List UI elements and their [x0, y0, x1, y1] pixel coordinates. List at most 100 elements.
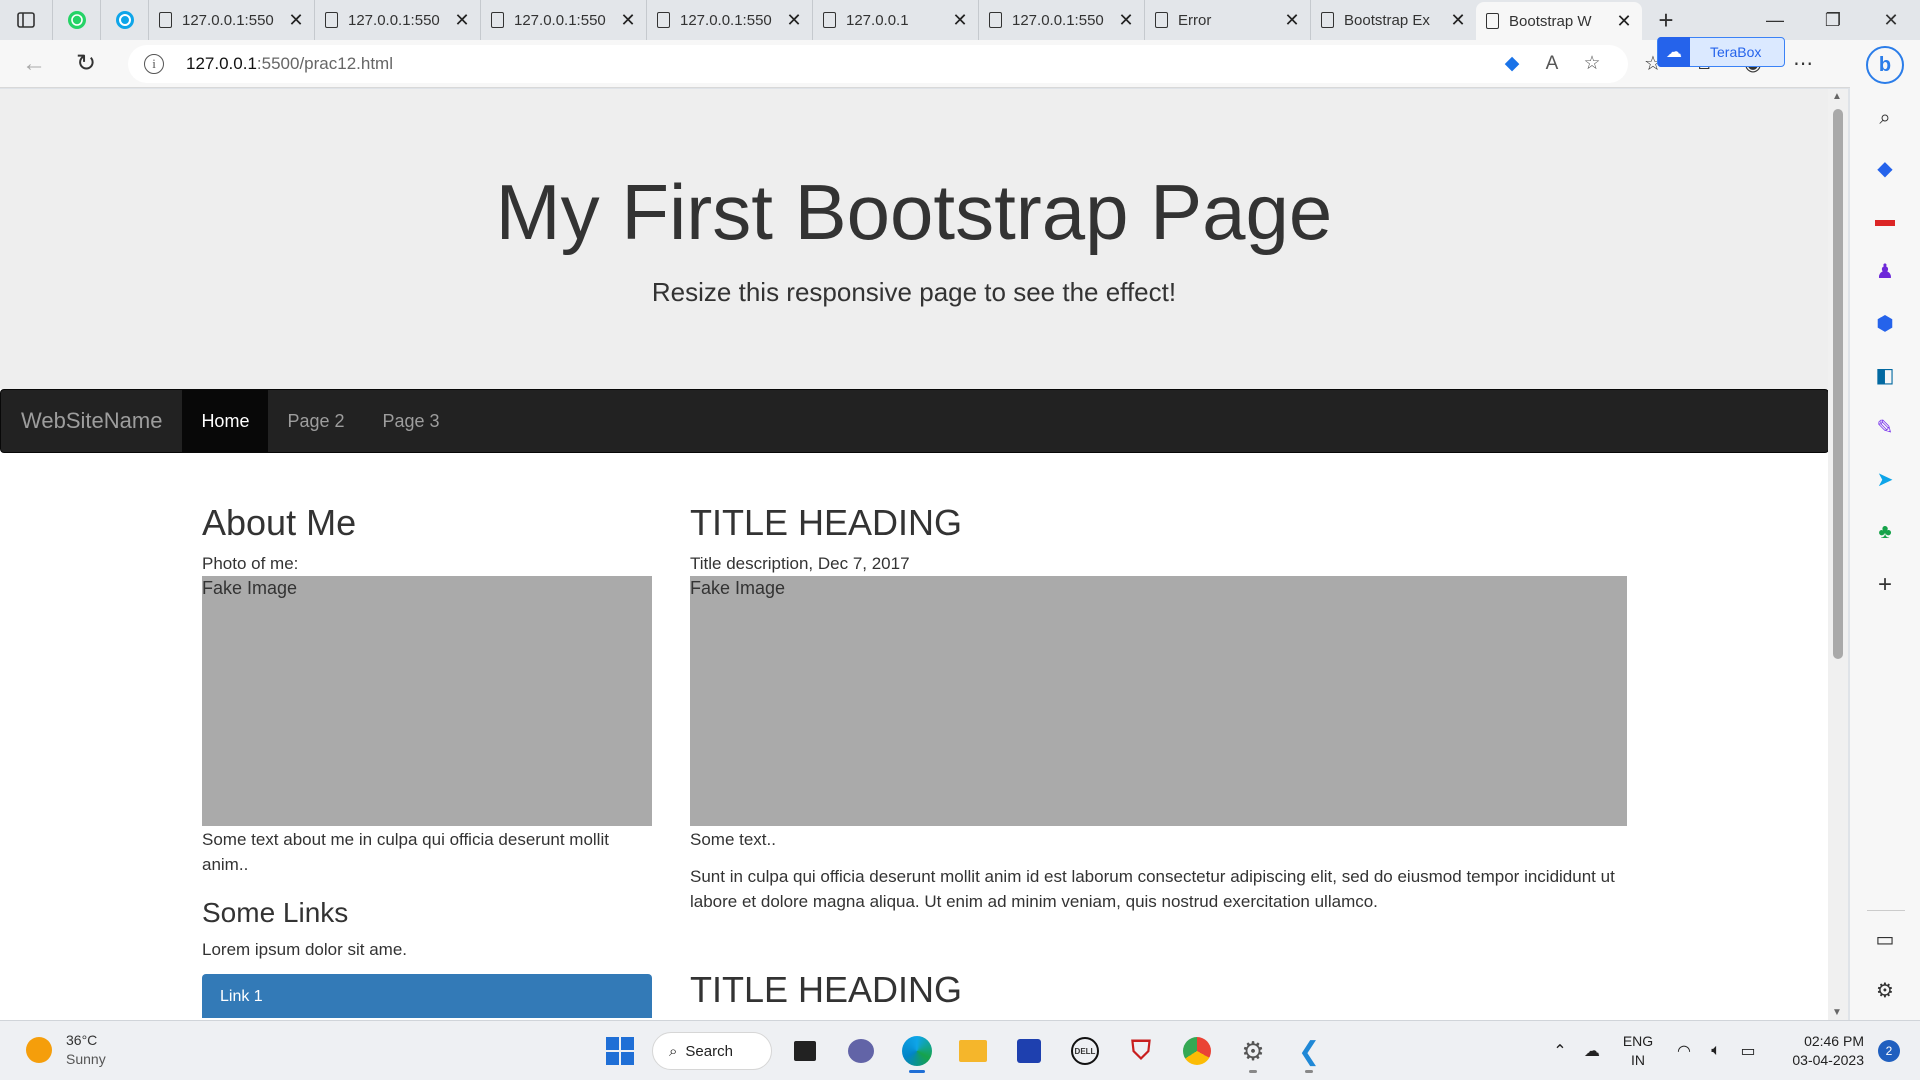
sun-icon: [26, 1037, 52, 1063]
shopping-tag-icon[interactable]: ◆: [1492, 52, 1532, 75]
taskbar-search[interactable]: ⌕ Search: [652, 1032, 772, 1070]
page-icon: [325, 12, 338, 28]
about-text: Some text about me in culpa qui officia …: [202, 830, 609, 874]
some-text: Some text..: [690, 830, 776, 849]
page-scrollbar[interactable]: ▲ ▼: [1828, 89, 1848, 1020]
battery-icon[interactable]: ▭: [1732, 1041, 1764, 1061]
web-page: My First Bootstrap Page Resize this resp…: [0, 89, 1828, 1020]
mcafee-icon[interactable]: ⛉: [1118, 1029, 1164, 1073]
browser-tab-active[interactable]: Bootstrap W ✕: [1476, 2, 1642, 40]
back-button[interactable]: ←: [8, 44, 60, 84]
scroll-up-icon[interactable]: ▲: [1832, 91, 1842, 102]
microsoft-store-icon[interactable]: [1006, 1029, 1052, 1073]
more-menu-icon[interactable]: ⋯: [1778, 51, 1828, 76]
browser-tab[interactable]: 127.0.0.1:550 ✕: [978, 0, 1144, 40]
tab-close-icon[interactable]: ✕: [1450, 10, 1466, 31]
maximize-button[interactable]: ❐: [1804, 0, 1862, 40]
tree-icon[interactable]: ♣: [1870, 517, 1900, 547]
tab-close-icon[interactable]: ✕: [620, 10, 636, 31]
file-explorer-icon[interactable]: [950, 1029, 996, 1073]
browser-tab[interactable]: 127.0.0.1:550 ✕: [148, 0, 314, 40]
terabox-extension-button[interactable]: ☁ TeraBox: [1657, 37, 1785, 67]
task-view-icon[interactable]: [782, 1029, 828, 1073]
browser-tab[interactable]: 127.0.0.1:550 ✕: [646, 0, 812, 40]
fake-image: Fake Image: [202, 576, 652, 826]
scroll-thumb[interactable]: [1833, 109, 1843, 659]
nav-link-home[interactable]: Home: [182, 390, 269, 452]
page-icon: [823, 12, 836, 28]
tab-title: Error: [1178, 11, 1212, 29]
hide-sidebar-icon[interactable]: ▭: [1870, 924, 1900, 954]
onedrive-cloud-icon[interactable]: ☁: [1576, 1041, 1608, 1061]
bing-chat-icon[interactable]: b: [1866, 46, 1904, 84]
tab-close-icon[interactable]: ✕: [1616, 11, 1632, 32]
games-icon[interactable]: ♟: [1870, 256, 1900, 286]
tab-title: 127.0.0.1: [846, 11, 909, 29]
jumbotron: My First Bootstrap Page Resize this resp…: [0, 89, 1828, 389]
tab-title: 127.0.0.1:550: [514, 11, 606, 29]
pinned-tab-app[interactable]: [100, 0, 148, 40]
page-subtitle: Resize this responsive page to see the e…: [651, 277, 1177, 307]
photo-label: Photo of me:: [202, 554, 299, 573]
weather-desc: Sunny: [66, 1051, 106, 1067]
send-icon[interactable]: ➤: [1870, 464, 1900, 494]
links-heading: Some Links: [202, 897, 349, 928]
browser-tab[interactable]: Bootstrap Ex ✕: [1310, 0, 1476, 40]
scroll-down-icon[interactable]: ▼: [1832, 1007, 1842, 1018]
tab-close-icon[interactable]: ✕: [1284, 10, 1300, 31]
clock[interactable]: 02:46 PM 03-04-2023: [1764, 1032, 1864, 1070]
settings-gear-icon[interactable]: ⚙: [1870, 975, 1900, 1005]
tab-close-icon[interactable]: ✕: [288, 10, 304, 31]
dell-icon[interactable]: DELL: [1062, 1029, 1108, 1073]
pinned-tab-whatsapp[interactable]: [52, 0, 100, 40]
chevron-up-icon[interactable]: ⌃: [1544, 1041, 1576, 1061]
browser-tab[interactable]: 127.0.0.1 ✕: [812, 0, 978, 40]
tools-icon[interactable]: ▬: [1870, 205, 1900, 235]
outlook-icon[interactable]: ◧: [1870, 360, 1900, 390]
arrow-left-icon: ←: [22, 49, 46, 77]
page-icon: [989, 12, 1002, 28]
url-host: 127.0.0.1: [186, 53, 257, 73]
navbar-brand[interactable]: WebSiteName: [1, 390, 182, 452]
app-icon: [115, 11, 134, 29]
fake-image: Fake Image: [690, 576, 1627, 826]
tab-actions-button[interactable]: [0, 0, 52, 40]
vscode-icon[interactable]: ❮: [1286, 1029, 1332, 1073]
notification-badge[interactable]: 2: [1878, 1040, 1900, 1062]
tab-close-icon[interactable]: ✕: [952, 10, 968, 31]
close-window-button[interactable]: ✕: [1862, 0, 1920, 40]
settings-icon[interactable]: ⚙: [1230, 1029, 1276, 1073]
link-1-button[interactable]: Link 1: [202, 974, 652, 1018]
sidebar-column: About Me Photo of me: Fake Image Some te…: [202, 505, 652, 1018]
refresh-button[interactable]: ↻: [60, 44, 112, 84]
tab-close-icon[interactable]: ✕: [1118, 10, 1134, 31]
minimize-button[interactable]: —: [1746, 0, 1804, 40]
nav-link-page-3[interactable]: Page 3: [364, 390, 459, 452]
nav-link-page-2[interactable]: Page 2: [268, 390, 363, 452]
volume-icon[interactable]: 🔈︎: [1700, 1042, 1732, 1060]
new-tab-button[interactable]: +: [1642, 0, 1690, 40]
microsoft-365-icon[interactable]: ⬢: [1870, 308, 1900, 338]
edge-browser-icon[interactable]: [894, 1029, 940, 1073]
add-sidebar-app-icon[interactable]: +: [1870, 570, 1900, 600]
designer-icon[interactable]: ✎: [1870, 412, 1900, 442]
browser-tab[interactable]: Error ✕: [1144, 0, 1310, 40]
chrome-icon[interactable]: [1174, 1029, 1220, 1073]
weather-widget[interactable]: 36°C Sunny: [26, 1031, 106, 1069]
tab-close-icon[interactable]: ✕: [454, 10, 470, 31]
browser-tab[interactable]: 127.0.0.1:550 ✕: [314, 0, 480, 40]
site-info-icon[interactable]: i: [144, 53, 164, 74]
tab-close-icon[interactable]: ✕: [786, 10, 802, 31]
language-indicator[interactable]: ENG IN: [1608, 1032, 1668, 1070]
tab-title: 127.0.0.1:550: [348, 11, 440, 29]
wifi-icon[interactable]: ◠: [1668, 1041, 1700, 1061]
search-icon[interactable]: ⌕: [1870, 103, 1900, 133]
shopping-icon[interactable]: ◆: [1870, 153, 1900, 183]
refresh-icon: ↻: [75, 50, 97, 77]
read-aloud-icon[interactable]: A: [1532, 53, 1572, 75]
start-button[interactable]: [598, 1029, 642, 1073]
browser-tab[interactable]: 127.0.0.1:550 ✕: [480, 0, 646, 40]
address-bar[interactable]: i 127.0.0.1 :5500/prac12.html ◆ A ☆: [128, 44, 1628, 83]
add-favorite-icon[interactable]: ☆: [1572, 52, 1612, 75]
teams-chat-icon[interactable]: [838, 1029, 884, 1073]
